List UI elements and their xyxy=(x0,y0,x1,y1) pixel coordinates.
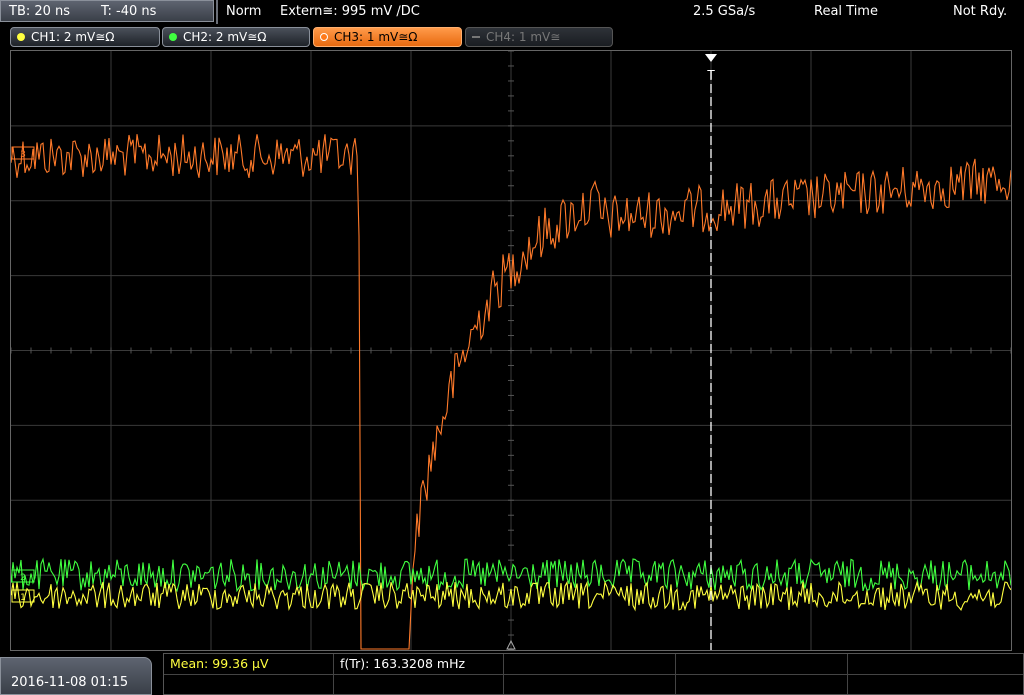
trigger-source[interactable]: Extern≅: 995 mV ∕DC xyxy=(280,4,420,19)
date-time: 2016-11-08 01:15 xyxy=(11,675,129,690)
tab-ch3[interactable]: CH3: 1 mV≅Ω xyxy=(313,27,462,47)
svg-text:2: 2 xyxy=(20,573,26,583)
ch4-label: CH4: 1 mV≅ xyxy=(486,30,561,44)
acquisition-mode[interactable]: Norm xyxy=(226,4,261,19)
frequency-measurement: f(Tr): 163.3208 mHz xyxy=(340,656,466,671)
svg-text:1: 1 xyxy=(20,593,26,603)
svg-text:3: 3 xyxy=(20,150,26,160)
waveform-display[interactable]: T 3 2 1 xyxy=(10,50,1012,651)
measurement-row xyxy=(164,654,1023,675)
ch3-dot-icon xyxy=(320,33,328,41)
ch2-label: CH2: 2 mV≅Ω xyxy=(183,30,267,44)
trigger-marker-label: T xyxy=(706,68,715,82)
top-separator xyxy=(216,0,218,24)
sample-rate: 2.5 GSa/s xyxy=(693,4,756,19)
ch2-dot-icon xyxy=(169,33,177,41)
channel-tabs: CH1: 2 mV≅Ω CH2: 2 mV≅Ω CH3: 1 mV≅Ω CH4:… xyxy=(0,26,1024,48)
mean-measurement: Mean: 99.36 µV xyxy=(170,656,269,671)
timebase-box[interactable]: TB: 20 ns T: -40 ns xyxy=(0,0,214,22)
timebase-value: TB: 20 ns xyxy=(9,4,71,19)
ch1-label: CH1: 2 mV≅Ω xyxy=(31,30,115,44)
acquisition-realtime-mode: Real Time xyxy=(814,4,878,19)
date-time-box: 2016-11-08 01:15 xyxy=(0,657,152,695)
trigger-marker-icon[interactable]: T xyxy=(705,54,717,82)
ch3-label: CH3: 1 mV≅Ω xyxy=(334,30,418,44)
measurement-table[interactable]: Mean: 99.36 µV f(Tr): 163.3208 mHz xyxy=(163,653,1024,695)
trigger-offset-value: T: -40 ns xyxy=(101,4,157,19)
tab-ch1[interactable]: CH1: 2 mV≅Ω xyxy=(10,27,160,47)
graticule xyxy=(11,51,1011,650)
tab-ch2[interactable]: CH2: 2 mV≅Ω xyxy=(162,27,310,47)
ch4-off-icon xyxy=(472,36,480,38)
measurement-row xyxy=(164,674,1023,694)
top-status-bar: TB: 20 ns T: -40 ns Norm Extern≅: 995 mV… xyxy=(0,0,1024,24)
tab-ch4[interactable]: CH4: 1 mV≅ xyxy=(465,27,613,47)
ch1-dot-icon xyxy=(17,33,25,41)
waveform-svg: T 3 2 1 xyxy=(11,51,1011,650)
run-status: Not Rdy. xyxy=(953,4,1008,19)
